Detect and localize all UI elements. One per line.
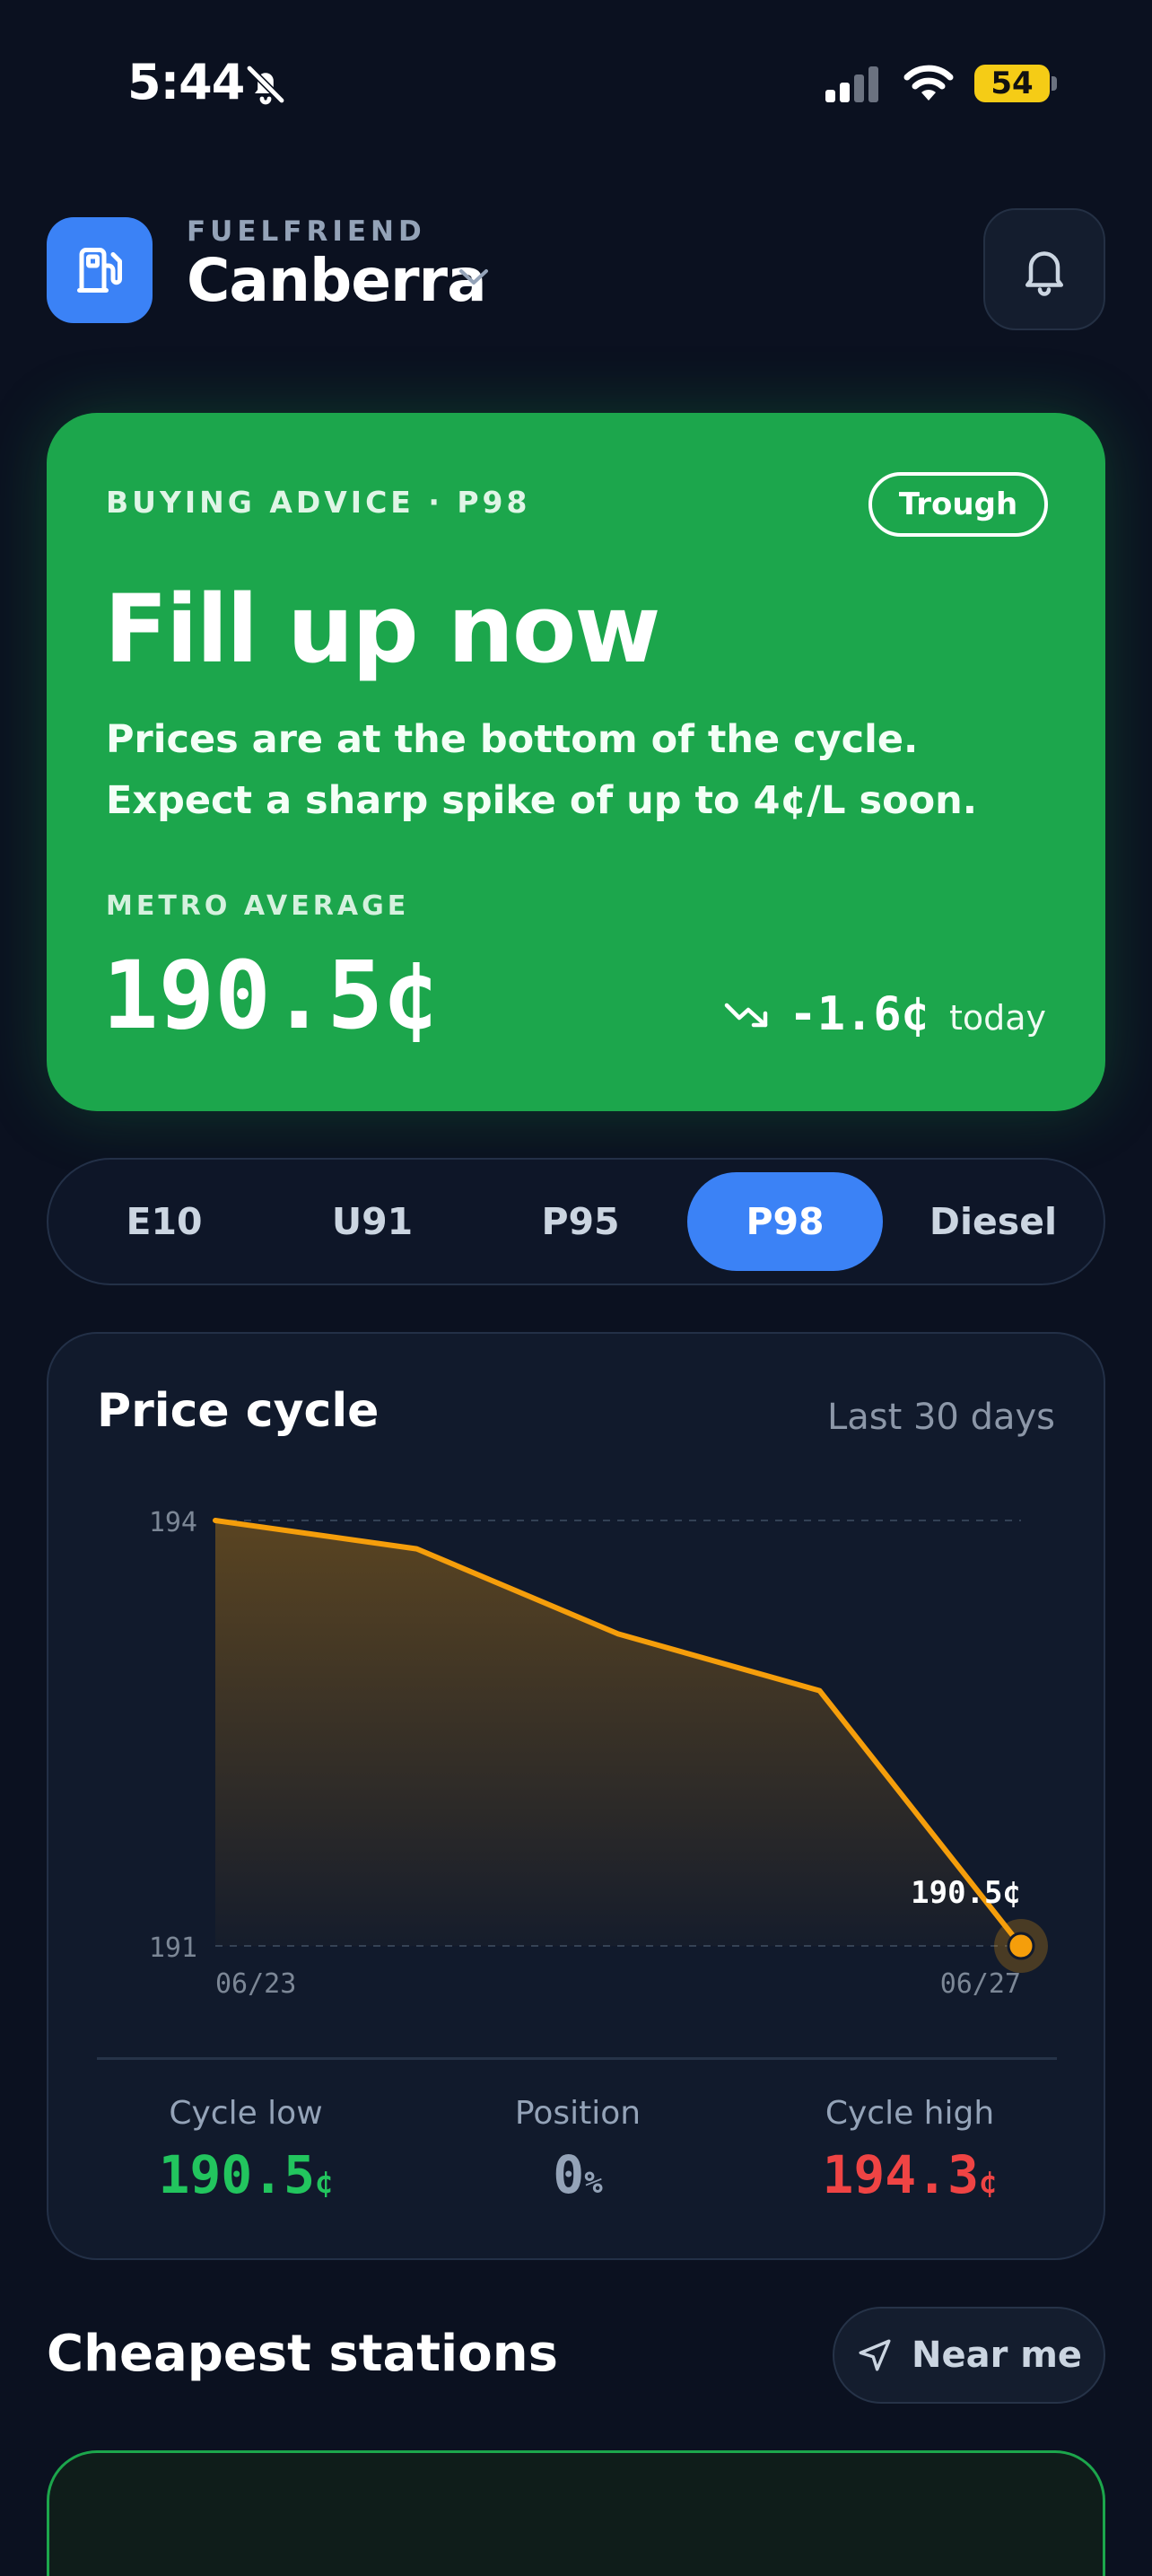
- battery-level: 54: [974, 65, 1050, 102]
- trend-down-icon: [724, 998, 771, 1030]
- advice-description: Prices are at the bottom of the cycle. E…: [106, 709, 1039, 831]
- current-price-point: [1008, 1933, 1034, 1958]
- price-change-period: today: [949, 998, 1046, 1038]
- cheapest-stations-title: Cheapest stations: [47, 2325, 558, 2383]
- chevron-down-icon[interactable]: [456, 264, 492, 293]
- price-area: [215, 1520, 1021, 1946]
- position-stat: Position 0%: [416, 2095, 739, 2205]
- cycle-high-label: Cycle high: [748, 2095, 1071, 2132]
- metro-average-label: METRO AVERAGE: [106, 890, 409, 922]
- app-brand: FUELFRIEND: [187, 215, 426, 248]
- cycle-high-stat: Cycle high 194.3¢: [748, 2095, 1071, 2205]
- buying-advice-card: BUYING ADVICE · P98 Trough Fill up now P…: [47, 413, 1105, 1111]
- tab-p95[interactable]: P95: [483, 1172, 678, 1271]
- cycle-low-stat: Cycle low 190.5¢: [84, 2095, 407, 2205]
- near-me-button[interactable]: Near me: [833, 2307, 1105, 2404]
- fuel-pump-icon: [47, 217, 153, 323]
- app-header: FUELFRIEND Canberra: [0, 171, 1152, 368]
- price-change: -1.6¢ today: [724, 987, 1046, 1041]
- battery-cap: [1052, 76, 1057, 91]
- bell-muted-icon: [244, 63, 287, 110]
- fuel-type-tabs: E10 U91 P95 P98 Diesel: [47, 1158, 1105, 1285]
- cycle-low-value: 190.5¢: [84, 2144, 407, 2205]
- price-change-value: -1.6¢: [789, 987, 929, 1041]
- price-cycle-chart: 194 191 06/23 06/27 190.5¢: [48, 1334, 1107, 2052]
- station-card[interactable]: [47, 2450, 1105, 2576]
- tab-e10[interactable]: E10: [66, 1172, 262, 1271]
- navigation-arrow-icon: [856, 2336, 894, 2374]
- stats-divider: [97, 2057, 1057, 2060]
- status-time: 5:44: [127, 54, 244, 110]
- y-tick-label: 191: [149, 1932, 197, 1964]
- x-tick-label: 06/23: [215, 1968, 296, 2000]
- advice-title: Fill up now: [104, 574, 659, 684]
- y-tick-label: 194: [149, 1507, 197, 1538]
- position-label: Position: [416, 2095, 739, 2132]
- battery-icon: 54: [974, 65, 1050, 102]
- x-tick-label: 06/27: [940, 1968, 1021, 2000]
- metro-average-price: 190.5¢: [102, 941, 440, 1050]
- cycle-phase-badge: Trough: [868, 472, 1048, 537]
- wifi-icon: [902, 63, 956, 106]
- tab-diesel[interactable]: Diesel: [895, 1172, 1091, 1271]
- cycle-low-label: Cycle low: [84, 2095, 407, 2132]
- tab-p98[interactable]: P98: [687, 1172, 883, 1271]
- signal-icon: [824, 65, 883, 106]
- status-bar: 5:44 54: [0, 0, 1152, 171]
- bell-icon: [1017, 242, 1071, 296]
- city-selector[interactable]: Canberra: [187, 246, 486, 315]
- price-cycle-card: Price cycle Last 30 days 194 191 06/23 0…: [47, 1332, 1105, 2260]
- near-me-label: Near me: [912, 2335, 1082, 2376]
- notifications-button[interactable]: [983, 208, 1105, 330]
- cycle-high-value: 194.3¢: [748, 2144, 1071, 2205]
- tab-u91[interactable]: U91: [275, 1172, 470, 1271]
- current-price-label: 190.5¢: [911, 1875, 1021, 1911]
- advice-label: BUYING ADVICE · P98: [106, 485, 530, 520]
- position-value: 0%: [416, 2144, 739, 2205]
